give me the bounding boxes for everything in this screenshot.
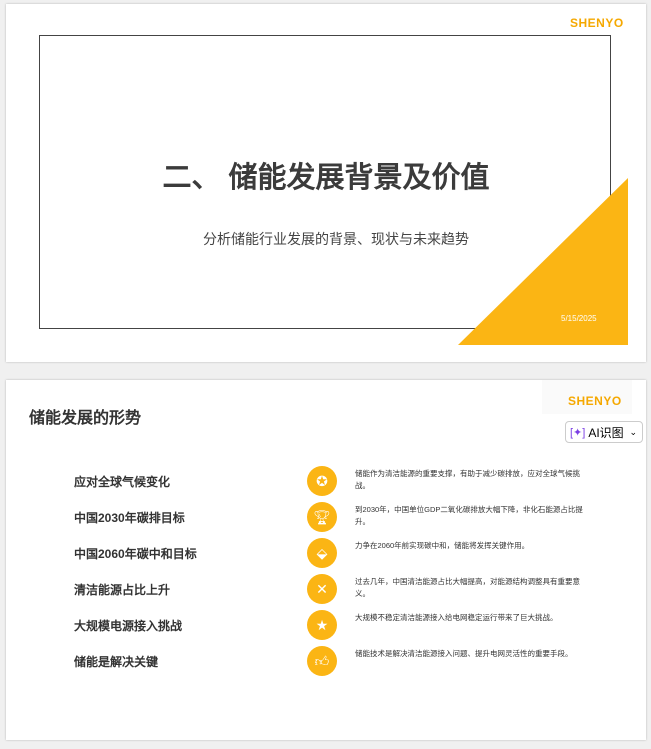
logo: SHENYO	[570, 16, 624, 30]
item-description: 过去几年，中国清洁能源占比大幅提高，对能源结构调整具有重要意义。	[355, 577, 580, 598]
trophy-icon: 🏆︎	[307, 502, 337, 532]
chevron-down-icon: ⌄	[629, 426, 637, 437]
thumbs-up-icon: 👍︎	[307, 646, 337, 676]
item-label: 应对全球气候变化	[74, 475, 171, 489]
list-item: 大规模电源接入挑战 ★ 大规模不稳定清洁能源接入给电网稳定运行带来了巨大挑战。	[6, 610, 646, 640]
ai-button-label: AI识图	[588, 425, 624, 440]
item-description: 储能技术是解决清洁能源接入问题、提升电网灵活性的重要手段。	[355, 649, 573, 658]
slide-title: 二、 储能发展背景及价值	[162, 162, 490, 194]
tag-icon: ⬙	[307, 538, 337, 568]
item-label: 中国2030年碳排目标	[74, 511, 185, 525]
slide-subtitle: 分析储能行业发展的背景、现状与未来趋势	[203, 231, 469, 247]
item-description: 大规模不稳定清洁能源接入给电网稳定运行带来了巨大挑战。	[355, 613, 558, 622]
slide-title: 储能发展的形势	[29, 410, 142, 427]
item-label: 大规模电源接入挑战	[74, 619, 183, 633]
crossed-flags-icon: ✕	[307, 574, 337, 604]
item-label: 中国2060年碳中和目标	[74, 547, 197, 561]
item-description: 储能作为清洁能源的重要支撑，有助于减少碳排放，应对全球气候挑战。	[355, 469, 580, 490]
list-item: 中国2060年碳中和目标 ⬙ 力争在2060年前实现碳中和，储能将发挥关键作用。	[6, 538, 646, 568]
medal-icon: ★	[307, 610, 337, 640]
list-item: 应对全球气候变化 ✪ 储能作为清洁能源的重要支撑，有助于减少碳排放，应对全球气候…	[6, 466, 646, 496]
logo: SHENYO	[568, 394, 622, 408]
item-description: 力争在2060年前实现碳中和，储能将发挥关键作用。	[355, 541, 530, 550]
item-label: 储能是解决关键	[74, 655, 159, 669]
slide-1[interactable]: SHENYO 二、 储能发展背景及价值 分析储能行业发展的背景、现状与未来趋势 …	[6, 4, 646, 362]
ai-image-recognition-button[interactable]: [✦] AI识图 ⌄	[565, 421, 643, 443]
item-description: 到2030年，中国单位GDP二氧化碳排放大幅下降，非化石能源占比提升。	[355, 505, 583, 526]
slide-date: 5/15/2025	[561, 314, 597, 323]
list-item: 中国2030年碳排目标 🏆︎ 到2030年，中国单位GDP二氧化碳排放大幅下降，…	[6, 502, 646, 532]
slide-2[interactable]: SHENYO 储能发展的形势 [✦] AI识图 ⌄ 应对全球气候变化 ✪ 储能作…	[6, 380, 646, 740]
list-item: 清洁能源占比上升 ✕ 过去几年，中国清洁能源占比大幅提高，对能源结构调整具有重要…	[6, 574, 646, 604]
item-label: 清洁能源占比上升	[74, 583, 171, 597]
scan-icon: [✦]	[570, 426, 586, 439]
award-ribbon-icon: ✪	[307, 466, 337, 496]
list-item: 储能是解决关键 👍︎ 储能技术是解决清洁能源接入问题、提升电网灵活性的重要手段。	[6, 646, 646, 676]
